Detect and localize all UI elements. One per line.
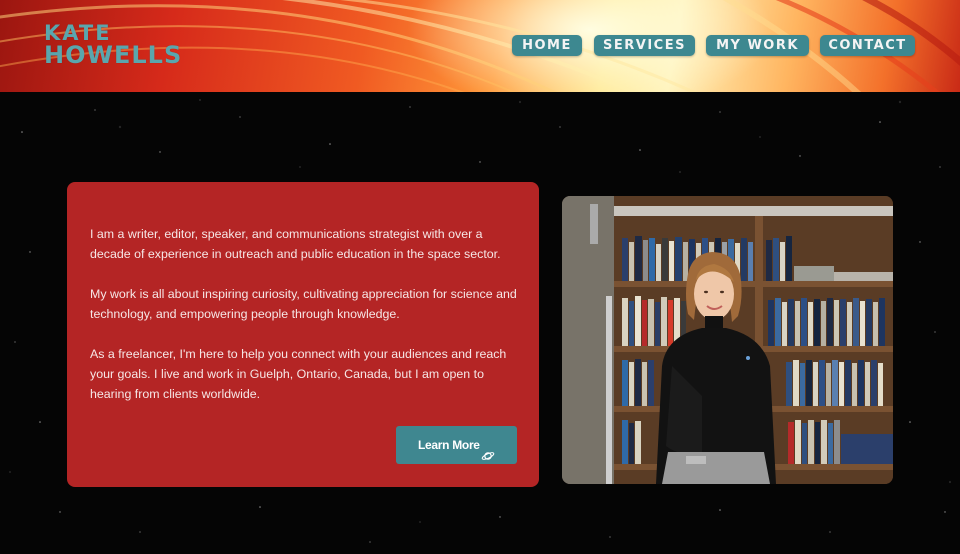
intro-paragraph-1: I am a writer, editor, speaker, and comm… <box>90 227 501 261</box>
portrait-photo <box>562 196 893 484</box>
planet-icon <box>481 439 495 477</box>
portrait-image <box>562 196 893 484</box>
nav-services-button[interactable]: SERVICES <box>594 35 695 56</box>
intro-paragraph-3: As a freelancer, I'm here to help you co… <box>90 347 507 401</box>
nav-contact-button[interactable]: CONTACT <box>820 35 915 56</box>
intro-card: I am a writer, editor, speaker, and comm… <box>67 182 539 487</box>
learn-more-label: Learn More <box>418 438 480 452</box>
nav-home-button[interactable]: HOME <box>512 35 582 56</box>
site-header: KATE HOWELLS HOME SERVICES MY WORK CONTA… <box>0 0 960 92</box>
intro-paragraph-2: My work is all about inspiring curiosity… <box>90 287 517 321</box>
nav-my-work-button[interactable]: MY WORK <box>706 35 809 56</box>
main-nav: HOME SERVICES MY WORK CONTACT <box>0 35 960 57</box>
learn-more-button[interactable]: Learn More <box>396 426 517 464</box>
